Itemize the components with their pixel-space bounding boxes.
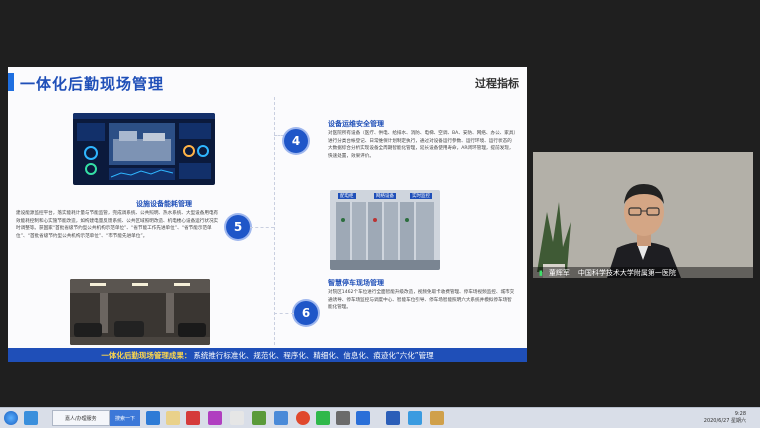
app-icon-orange[interactable] — [430, 411, 444, 425]
section-5-body: 建设能源监控平台，落实能耗计量与节能监管，完成调系统、公共照明、热水系统、大型设… — [16, 211, 219, 239]
start-button-icon[interactable] — [4, 411, 18, 425]
section-4-body: 对医院所有设备（医疗、供电、给排水、消防、电梯、空调、BA、安防、网络、办公、家… — [328, 131, 516, 159]
mic-signal-icon: ▮ — [539, 268, 543, 277]
windows-taskbar: 嘉人/办理服务 搜索一下 9:28 2020/6/27 星期六 — [0, 407, 760, 428]
system-clock[interactable]: 9:28 2020/6/27 星期六 — [704, 411, 746, 425]
slide-title: 一体化后勤现场管理 — [20, 75, 165, 93]
wechat-icon[interactable] — [316, 411, 330, 425]
footer-text: 系统推行标准化、规范化、程序化、精细化、信息化、痕迹化“六化”管理 — [193, 350, 434, 360]
step-5-badge: 5 — [226, 215, 250, 239]
speaker-name: 董辉军 — [548, 268, 570, 277]
step-4-badge: 4 — [284, 129, 308, 153]
app-icon-blue-2[interactable] — [356, 411, 370, 425]
meeting-app-icon[interactable] — [408, 411, 422, 425]
app-icon-gray[interactable] — [336, 411, 350, 425]
slide-corner-label: 过程指标 — [475, 77, 519, 90]
switchgear-photo: 配电柜 网络设备 实时监控 — [330, 190, 440, 270]
presentation-slide: 一体化后勤现场管理 过程指标 4 设备运维安全管理 对医院所有设备（医疗、供电、… — [8, 67, 527, 362]
taskbar-active-task[interactable]: 嘉人/办理服务 — [52, 410, 110, 426]
word-icon[interactable] — [386, 411, 400, 425]
speaker-avatar — [533, 152, 753, 278]
chat-app-icon[interactable] — [146, 411, 160, 425]
connector-tick-5 — [250, 227, 274, 228]
section-6-title: 智慧停车现场管理 — [328, 279, 384, 287]
panel-label-2: 网络设备 — [374, 193, 396, 199]
onenote-icon[interactable] — [208, 411, 222, 425]
section-4-title: 设备运维安全管理 — [328, 120, 384, 128]
folder-icon[interactable] — [166, 411, 180, 425]
app-icon-green[interactable] — [252, 411, 266, 425]
connector-tick-6 — [274, 313, 294, 314]
step-6-badge: 6 — [294, 301, 318, 325]
document-icon[interactable] — [230, 411, 244, 425]
taskbar-search-button[interactable]: 搜索一下 — [110, 410, 140, 426]
slide-footer-banner: 一体化后勤现场管理成果： 系统推行标准化、规范化、程序化、精细化、信息化、痕迹化… — [8, 348, 527, 362]
speaker-affiliation: 中国科学技术大学附属第一医院 — [577, 268, 676, 277]
section-6-body: 对院区1462个车位进行全面智能升级改造，视频免取卡收费管理、停车场视频监控、城… — [328, 290, 515, 311]
section-5-title: 设施设备能耗管理 — [136, 200, 192, 208]
footer-highlight: 一体化后勤现场管理成果： — [101, 350, 192, 360]
panel-label-3: 实时监控 — [410, 193, 432, 199]
clock-date: 2020/6/27 星期六 — [703, 418, 746, 424]
browser-icon[interactable] — [24, 411, 38, 425]
chrome-icon[interactable] — [296, 411, 310, 425]
webcam-video-feed: ▮ 董辉军 中国科学技术大学附属第一医院 — [533, 152, 753, 278]
panel-label-1: 配电柜 — [338, 193, 356, 199]
title-accent-bar — [8, 73, 14, 91]
speaker-name-bar: ▮ 董辉军 中国科学技术大学附属第一医院 — [533, 267, 753, 278]
media-app-icon[interactable] — [186, 411, 200, 425]
connector-tick — [274, 135, 284, 136]
parking-garage-photo — [70, 279, 210, 345]
clock-time: 9:28 — [734, 411, 746, 417]
energy-dashboard-image — [73, 113, 215, 185]
app-icon-blue[interactable] — [274, 411, 288, 425]
